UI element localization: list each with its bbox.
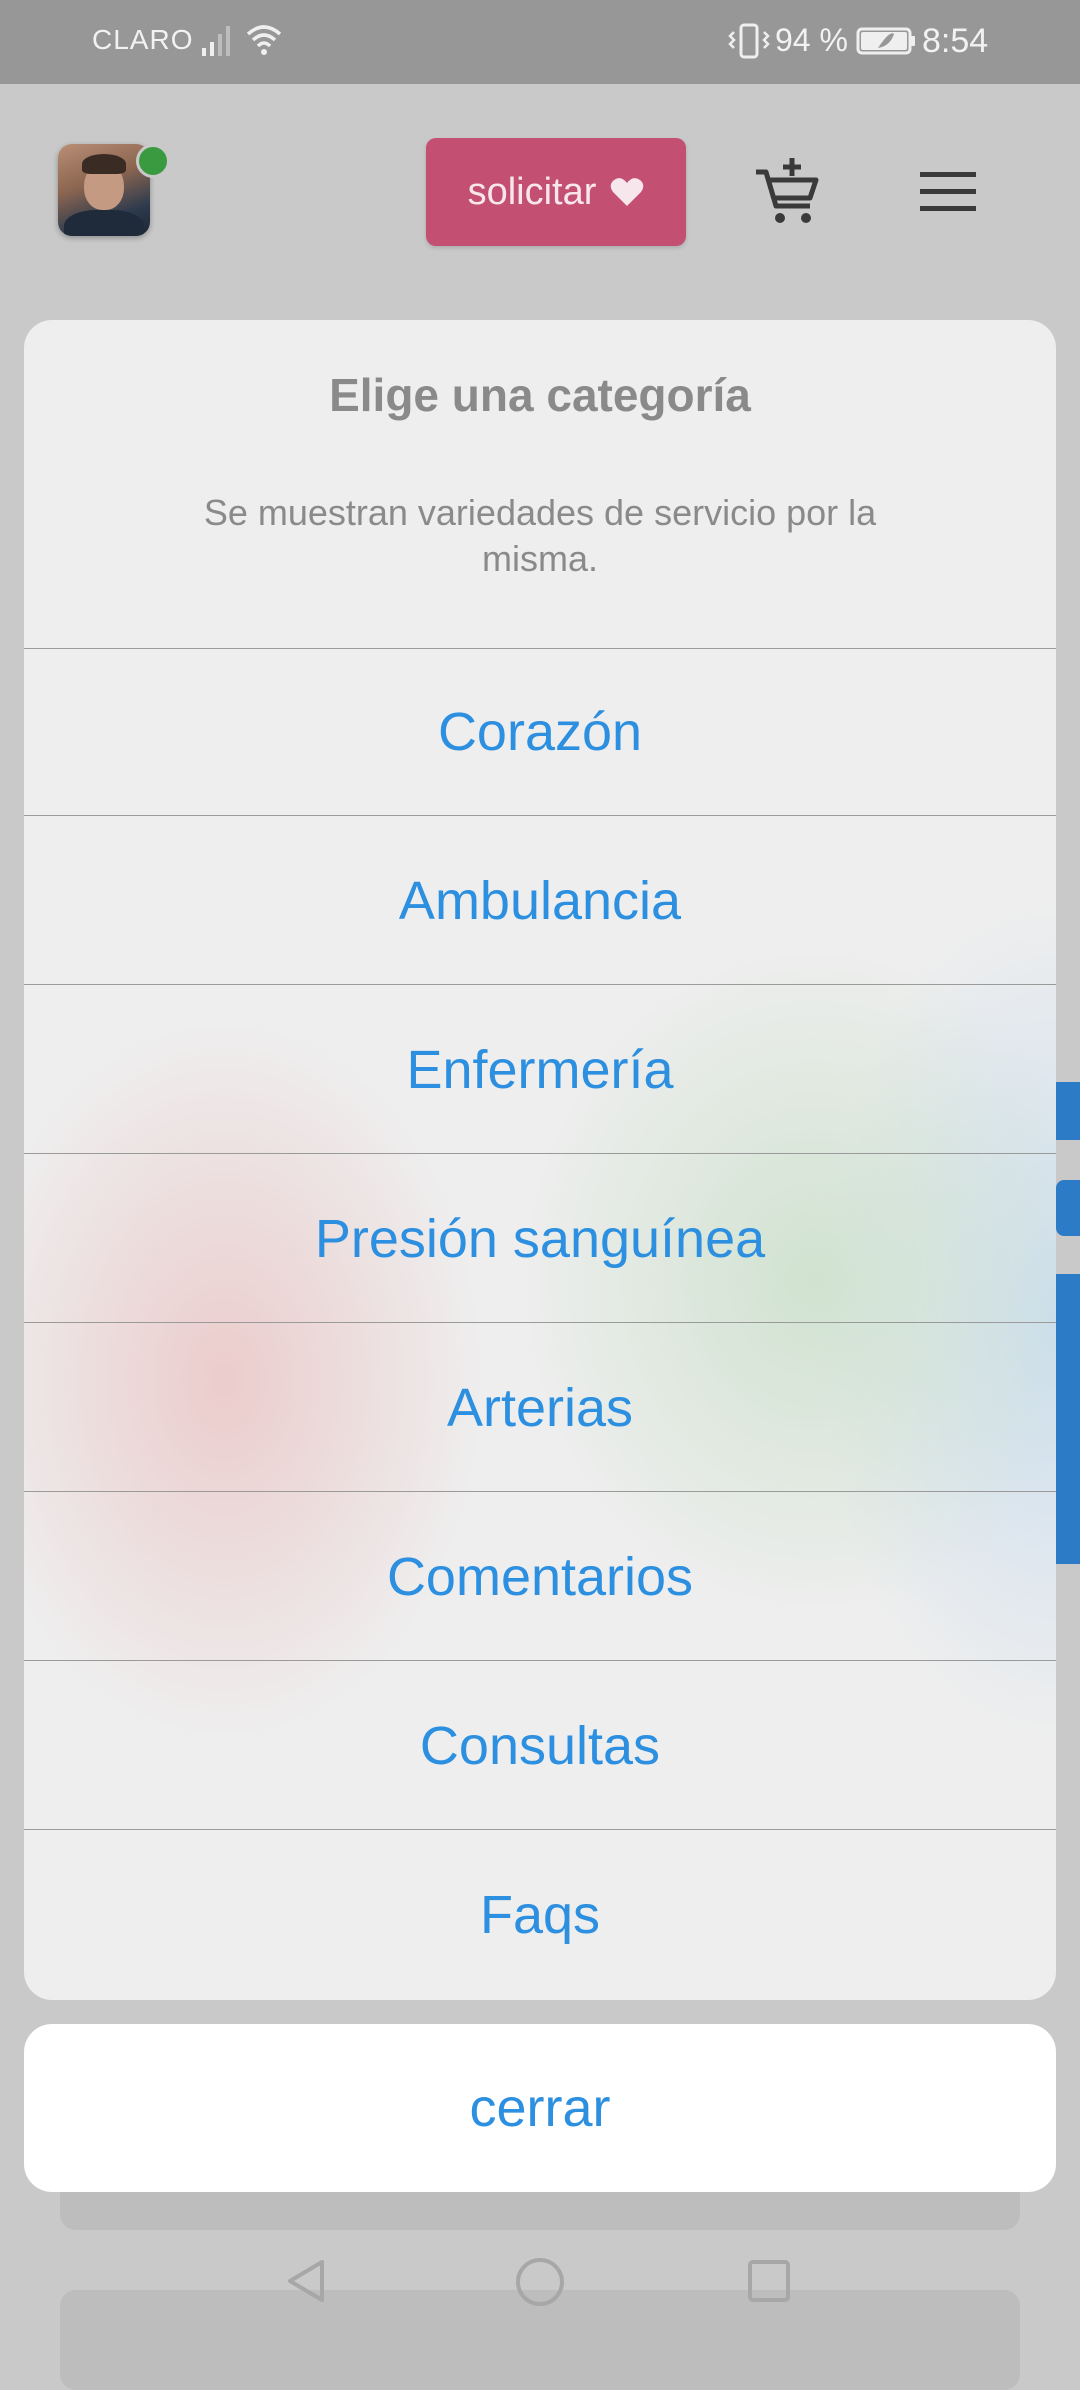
option-consultas[interactable]: Consultas: [24, 1662, 1056, 1830]
recent-apps-icon[interactable]: [746, 2258, 792, 2304]
option-corazon[interactable]: Corazón: [24, 648, 1056, 816]
signal-icon: [202, 26, 230, 56]
request-button[interactable]: solicitar: [426, 138, 686, 246]
sheet-header: Elige una categoría Se muestran variedad…: [24, 320, 1056, 649]
category-action-sheet: Elige una categoría Se muestran variedad…: [24, 320, 1056, 2000]
wifi-icon: [246, 25, 282, 55]
avatar-suit-shape: [64, 210, 144, 236]
option-faqs[interactable]: Faqs: [24, 1831, 1056, 1999]
option-ambulancia[interactable]: Ambulancia: [24, 817, 1056, 985]
battery-icon: [856, 27, 915, 55]
add-to-cart-icon[interactable]: [752, 158, 822, 228]
carrier-name: CLARO: [92, 24, 194, 55]
menu-icon[interactable]: [916, 168, 980, 216]
option-enfermeria[interactable]: Enfermería: [24, 986, 1056, 1154]
option-arterias[interactable]: Arterias: [24, 1324, 1056, 1492]
close-button[interactable]: cerrar: [24, 2024, 1056, 2192]
sheet-subtitle: Se muestran variedades de servicio por l…: [203, 492, 877, 579]
battery-percentage: 94 %: [775, 22, 848, 58]
app-header: solicitar: [0, 84, 1080, 304]
heart-icon: [611, 178, 644, 206]
status-bar: CLARO 94 % 8:54: [0, 0, 1080, 84]
vibrate-icon: [728, 23, 770, 59]
clock: 8:54: [922, 22, 989, 60]
option-presion-sanguinea[interactable]: Presión sanguínea: [24, 1155, 1056, 1323]
background-blue-element: [1056, 1180, 1080, 1236]
sheet-title: Elige una categoría: [329, 369, 751, 421]
option-comentarios[interactable]: Comentarios: [24, 1493, 1056, 1661]
background-blue-card: [1056, 1274, 1080, 1564]
home-icon[interactable]: [514, 2256, 566, 2308]
background-blue-element: [1056, 1082, 1080, 1140]
back-icon[interactable]: [282, 2256, 332, 2306]
request-button-label: solicitar: [467, 170, 597, 213]
online-status-dot: [136, 144, 170, 178]
avatar-hair-shape: [82, 154, 126, 174]
